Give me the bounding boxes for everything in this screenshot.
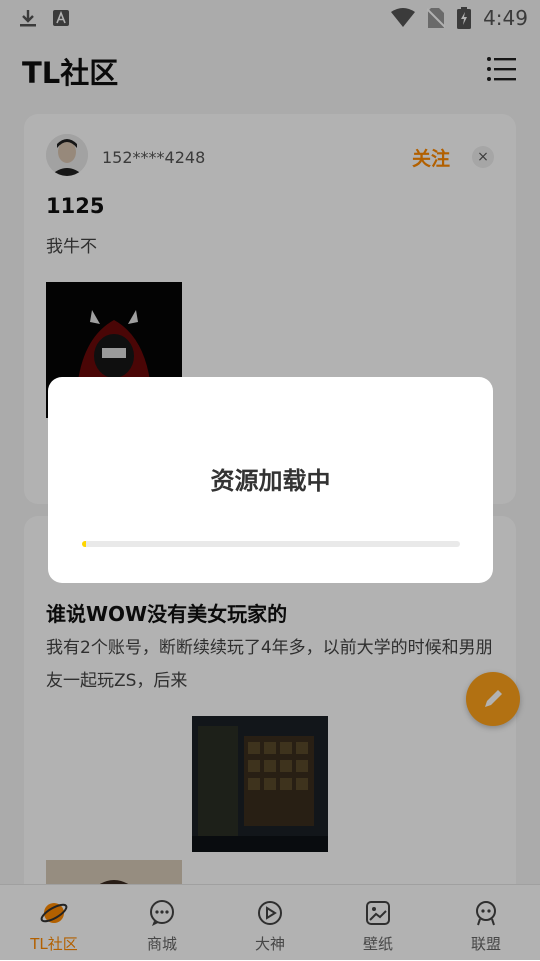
dialog-title: 资源加载中 xyxy=(210,467,331,495)
loading-dialog: 资源加载中 xyxy=(48,377,493,583)
progress-bar xyxy=(82,541,460,547)
progress-fill xyxy=(82,541,86,547)
